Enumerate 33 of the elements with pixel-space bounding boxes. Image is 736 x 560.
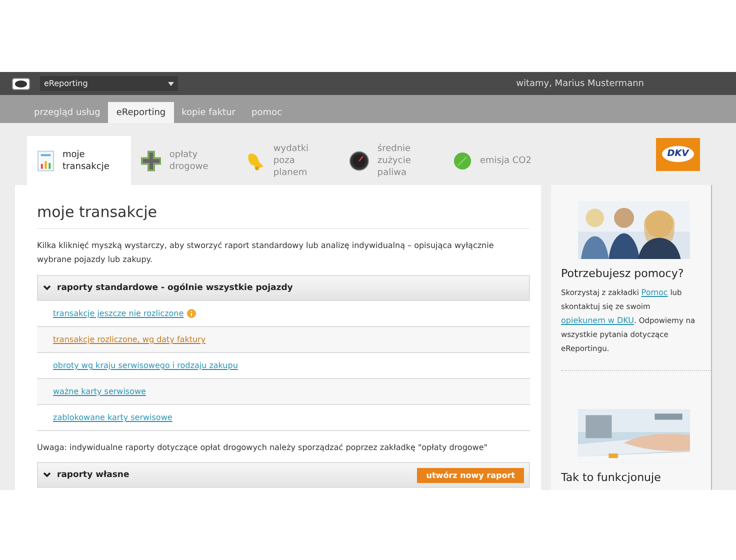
help-link[interactable]: opiekunem w DKU <box>561 316 634 326</box>
nav-tab[interactable]: eReporting <box>108 102 174 123</box>
module-tab[interactable]: opłaty drogowe <box>131 136 235 185</box>
module-tab[interactable]: średnie zużycie paliwa <box>339 136 443 185</box>
module-tab[interactable]: emisja CO2 <box>443 136 547 185</box>
app-select[interactable]: eReporting <box>40 76 178 91</box>
logo: DKV <box>656 138 700 170</box>
report-chart-icon <box>37 150 55 172</box>
help-link[interactable]: Pomoc <box>641 288 668 298</box>
logo-icon <box>12 78 30 90</box>
greeting: witamy, Marius Mustermann <box>516 78 644 88</box>
section-header[interactable]: raporty standardowe - ogólnie wszystkie pojazdy <box>37 275 530 301</box>
note-text: Uwaga: indywidualne raporty dotyczące opłat drogowych należy sporządzać poprzez zakładkę "opłaty drogowe" <box>37 443 488 452</box>
report-link[interactable]: transakcje rozliczone, wg daty faktury <box>53 335 206 344</box>
report-link[interactable]: ważne karty serwisowe <box>53 387 146 396</box>
module-tab[interactable]: wydatki poza planem <box>235 136 339 185</box>
nav-tab[interactable]: kopie faktur <box>174 102 244 123</box>
page-title: moje transakcje <box>37 203 530 229</box>
report-link[interactable]: obroty wg kraju serwisowego i rodzaju zakupu <box>53 361 238 370</box>
module-tab[interactable]: moje transakcje <box>27 136 131 185</box>
chevron-icon[interactable] <box>43 472 51 478</box>
section-header[interactable]: raporty własne utwórz nowy raport <box>37 462 530 488</box>
intro-text: Kilka kliknięć myszką wystarczy, aby stworzyć raport standardowy lub analizę indywidualną – opisująca wyłącznie wybrane pojazdy lub zakupy. <box>37 240 495 266</box>
create-report-button[interactable]: utwórz nowy raport <box>417 468 524 482</box>
speedometer-icon <box>349 150 370 172</box>
help-title: Potrzebujesz pomocy? <box>561 267 685 280</box>
nav-tab[interactable]: pomoc <box>244 102 290 123</box>
caret-icon <box>168 82 174 86</box>
section-title: Tak to funkcjonuje <box>561 471 662 484</box>
report-link[interactable]: zablokowane karty serwisowe <box>53 413 172 422</box>
nav-tab[interactable]: przegląd usług <box>26 102 108 123</box>
chevron-icon[interactable] <box>43 285 51 291</box>
report-link[interactable]: transakcje jeszcze nie rozliczone <box>53 309 184 318</box>
